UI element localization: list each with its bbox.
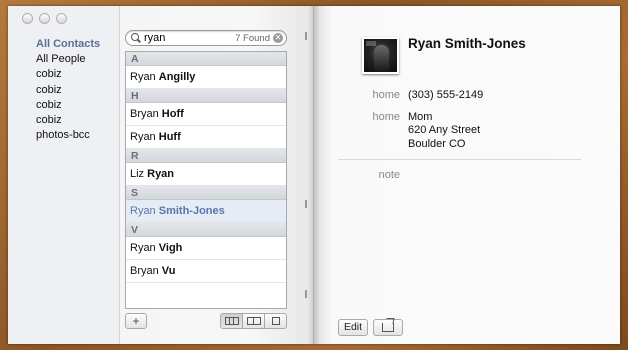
- share-button[interactable]: [373, 319, 403, 336]
- section-header: V: [126, 223, 286, 237]
- section-header: R: [126, 149, 286, 163]
- group-item-photos-bcc[interactable]: photos-bcc: [36, 128, 100, 143]
- contact-name: Ryan Smith-Jones: [408, 36, 526, 51]
- contact-first-name: Liz: [130, 168, 148, 180]
- groups-column: All Contacts All People cobiz cobiz cobi…: [8, 6, 120, 344]
- card-icon: [271, 317, 280, 325]
- view-card-and-list-button[interactable]: [243, 314, 265, 328]
- book-spine: [308, 6, 320, 344]
- contact-photo[interactable]: [362, 37, 399, 74]
- address-value[interactable]: Mom 620 Any Street Boulder CO: [408, 111, 480, 151]
- contact-first-name: Ryan: [130, 242, 159, 254]
- contact-last-name: Ryan: [147, 168, 175, 180]
- view-card-only-button[interactable]: [265, 314, 286, 328]
- contact-list[interactable]: A Ryan Angilly H Bryan Hoff Ryan Huff R …: [125, 51, 287, 309]
- contact-row[interactable]: Ryan Huff: [126, 126, 286, 149]
- contact-first-name: Ryan: [130, 131, 159, 143]
- contact-row-selected[interactable]: Ryan Smith-Jones: [126, 200, 286, 223]
- window-controls: [22, 13, 67, 24]
- contact-row[interactable]: Ryan Angilly: [126, 66, 286, 89]
- contact-first-name: Bryan: [130, 108, 162, 120]
- view-mode-control: [220, 313, 287, 329]
- contact-row[interactable]: Bryan Vu: [126, 260, 286, 283]
- card-divider: [338, 159, 581, 160]
- address-line: Boulder CO: [408, 137, 466, 150]
- section-header: A: [126, 52, 286, 66]
- binding-mark: [305, 290, 307, 298]
- contact-last-name: Angilly: [158, 71, 196, 83]
- address-line: Mom: [408, 111, 433, 123]
- group-item-cobiz[interactable]: cobiz: [36, 67, 100, 82]
- person-silhouette: [374, 45, 389, 71]
- search-field[interactable]: 7 Found ✕: [125, 30, 287, 46]
- group-item-all-people[interactable]: All People: [36, 52, 100, 67]
- search-input[interactable]: [144, 32, 236, 44]
- add-contact-button[interactable]: +: [125, 313, 147, 329]
- minimize-window-button[interactable]: [39, 13, 50, 24]
- phone-value[interactable]: (303) 555-2149: [408, 89, 483, 102]
- binding-mark: [305, 200, 307, 208]
- two-column-icon: [246, 317, 261, 325]
- contact-last-name: Smith-Jones: [158, 205, 225, 217]
- contact-first-name: Ryan: [130, 71, 159, 83]
- clear-search-icon[interactable]: ✕: [273, 33, 283, 43]
- contact-row[interactable]: Liz Ryan: [126, 163, 286, 186]
- share-icon: [382, 323, 394, 332]
- contact-last-name: Huff: [158, 131, 181, 143]
- close-window-button[interactable]: [22, 13, 33, 24]
- address-book-window: All Contacts All People cobiz cobiz cobi…: [8, 6, 620, 344]
- contact-last-name: Vu: [161, 265, 176, 277]
- group-item-cobiz[interactable]: cobiz: [36, 83, 100, 98]
- group-item-all-contacts[interactable]: All Contacts: [36, 37, 100, 52]
- search-result-count: 7 Found: [235, 32, 270, 44]
- contact-row[interactable]: Ryan Vigh: [126, 237, 286, 260]
- contact-last-name: Vigh: [158, 242, 183, 254]
- zoom-window-button[interactable]: [56, 13, 67, 24]
- contact-first-name: Bryan: [130, 265, 162, 277]
- contact-row[interactable]: Bryan Hoff: [126, 103, 286, 126]
- section-header: S: [126, 186, 286, 200]
- address-line: 620 Any Street: [408, 124, 481, 137]
- section-header: H: [126, 89, 286, 103]
- three-column-icon: [224, 317, 239, 325]
- edit-button[interactable]: Edit: [338, 319, 368, 336]
- binding-mark: [305, 32, 307, 40]
- search-icon: [131, 33, 141, 43]
- group-list: All Contacts All People cobiz cobiz cobi…: [36, 37, 100, 143]
- view-list-and-card-button[interactable]: [221, 314, 243, 328]
- group-item-cobiz[interactable]: cobiz: [36, 113, 100, 128]
- contact-first-name: Ryan: [130, 205, 159, 217]
- address-label: home: [372, 111, 400, 123]
- group-item-cobiz[interactable]: cobiz: [36, 98, 100, 113]
- note-label: note: [378, 169, 400, 181]
- contact-last-name: Hoff: [161, 108, 184, 120]
- photo-highlight: [366, 41, 376, 46]
- phone-label: home: [372, 89, 400, 101]
